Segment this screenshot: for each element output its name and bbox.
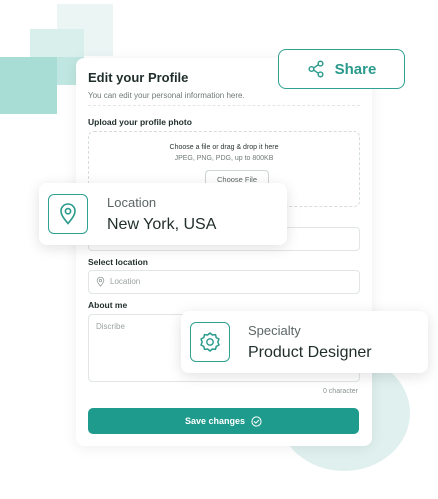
specialty-card-label: Specialty [248,323,301,338]
specialty-card: Specialty Product Designer [181,311,428,373]
about-placeholder: Discribe [96,322,125,331]
location-pin-icon [60,203,76,225]
share-label: Share [334,60,377,78]
location-placeholder: Location [110,277,141,286]
decor-square [0,57,57,114]
upload-label: Upload your profile photo [88,117,192,127]
location-card-label: Location [107,195,157,210]
location-pin-icon [96,277,105,287]
divider [88,105,360,106]
check-circle-icon [251,415,262,427]
edit-profile-card: Edit your Profile You can edit your pers… [76,58,372,446]
save-button-label: Save changes [184,416,246,426]
location-icon-box [48,194,88,234]
character-count: 0 character [322,388,358,395]
share-icon [308,60,324,78]
page-subtitle: You can edit your personal information h… [88,91,245,100]
upload-formats: JPEG, PNG, PDG, up to 800KB [174,155,274,162]
location-card-value: New York, USA [107,216,217,233]
page-title: Edit your Profile [88,70,189,85]
select-location-label: Select location [88,257,148,267]
share-button[interactable]: Share [278,49,405,89]
save-changes-button[interactable]: Save changes [88,408,359,434]
upload-hint: Choose a file or drag & drop it here [169,144,279,151]
location-input[interactable]: Location [88,270,360,294]
specialty-icon-box [190,322,230,362]
about-label: About me [88,300,128,310]
specialty-card-value: Product Designer [248,344,372,361]
badge-award-icon [200,332,220,352]
location-card: Location New York, USA [39,183,287,245]
